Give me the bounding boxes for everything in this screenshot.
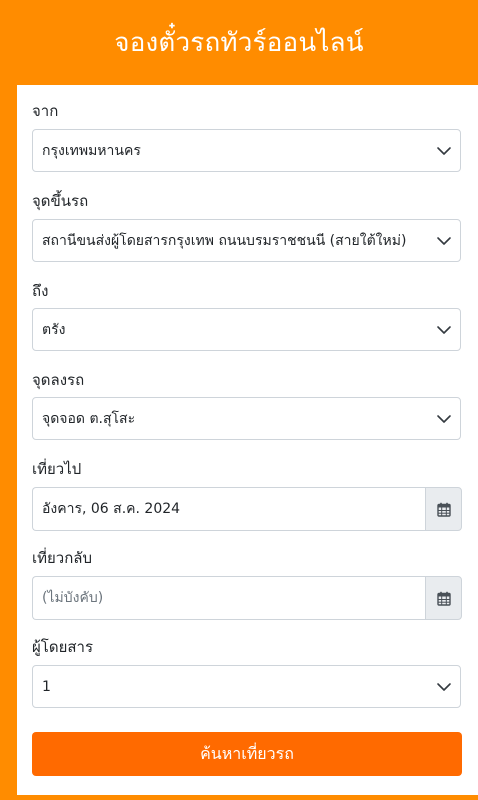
passengers-select[interactable]: 1 bbox=[32, 665, 461, 708]
from-value: กรุงเทพมหานคร bbox=[42, 142, 141, 159]
to-value: ตรัง bbox=[42, 321, 66, 338]
search-trips-button[interactable]: ค้นหาเที่ยวรถ bbox=[32, 732, 462, 776]
to-label: ถึง bbox=[32, 282, 49, 300]
depart-label: เที่ยวไป bbox=[32, 460, 82, 478]
chevron-down-icon bbox=[437, 236, 451, 245]
return-date-input[interactable]: (ไม่บังคับ) bbox=[32, 576, 425, 620]
booking-form: จาก กรุงเทพมหานคร จุดขึ้นรถ สถานีขนส่งผู… bbox=[17, 85, 478, 795]
calendar-icon bbox=[436, 591, 451, 606]
pickup-select[interactable]: สถานีขนส่งผู้โดยสารกรุงเทพ ถนนบรมราชชนนี… bbox=[32, 219, 461, 262]
depart-date-group: อังคาร, 06 ส.ค. 2024 bbox=[32, 487, 462, 531]
from-select[interactable]: กรุงเทพมหานคร bbox=[32, 129, 461, 172]
pickup-value: สถานีขนส่งผู้โดยสารกรุงเทพ ถนนบรมราชชนนี… bbox=[42, 232, 407, 249]
chevron-down-icon bbox=[437, 414, 451, 423]
from-label: จาก bbox=[32, 102, 59, 120]
return-date-group: (ไม่บังคับ) bbox=[32, 576, 462, 620]
to-select[interactable]: ตรัง bbox=[32, 308, 461, 351]
chevron-down-icon bbox=[437, 325, 451, 334]
pickup-label: จุดขึ้นรถ bbox=[32, 192, 89, 210]
page-header: จองตั๋วรถทัวร์ออนไลน์ bbox=[0, 0, 478, 85]
calendar-icon bbox=[436, 502, 451, 517]
return-calendar-button[interactable] bbox=[425, 576, 462, 620]
return-label: เที่ยวกลับ bbox=[32, 549, 93, 567]
page-title: จองตั๋วรถทัวร์ออนไลน์ bbox=[114, 28, 364, 58]
chevron-down-icon bbox=[437, 682, 451, 691]
chevron-down-icon bbox=[437, 146, 451, 155]
dropoff-label: จุดลงรถ bbox=[32, 371, 85, 389]
depart-date-input[interactable]: อังคาร, 06 ส.ค. 2024 bbox=[32, 487, 425, 531]
passengers-value: 1 bbox=[42, 678, 51, 695]
passengers-label: ผู้โดยสาร bbox=[32, 638, 94, 656]
dropoff-value: จุดจอด ต.สุโสะ bbox=[42, 410, 136, 427]
dropoff-select[interactable]: จุดจอด ต.สุโสะ bbox=[32, 397, 461, 440]
depart-calendar-button[interactable] bbox=[425, 487, 462, 531]
